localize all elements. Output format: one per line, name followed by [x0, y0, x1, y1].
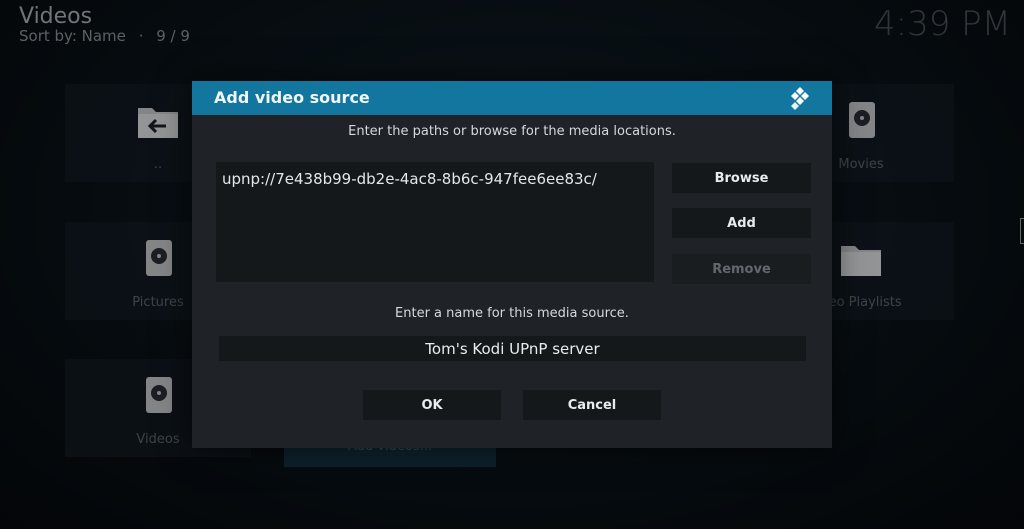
browse-button[interactable]: Browse [672, 163, 811, 193]
dialog-title: Add video source [214, 88, 370, 107]
add-path-button[interactable]: Add [672, 208, 811, 238]
remove-path-button[interactable]: Remove [672, 254, 811, 284]
source-paths-list[interactable]: upnp://7e438b99-db2e-4ac8-8b6c-947fee6ee… [216, 162, 654, 282]
ok-button[interactable]: OK [363, 390, 501, 420]
kodi-logo-icon [791, 87, 809, 110]
list-item[interactable]: upnp://7e438b99-db2e-4ac8-8b6c-947fee6ee… [222, 170, 597, 188]
add-video-source-dialog: Add video source Enter the paths or brow… [192, 81, 832, 448]
dialog-header: Add video source [192, 81, 832, 115]
paths-prompt: Enter the paths or browse for the media … [348, 124, 676, 139]
cancel-button[interactable]: Cancel [523, 390, 661, 420]
source-name-input[interactable] [219, 336, 806, 361]
name-prompt: Enter a name for this media source. [395, 306, 629, 321]
